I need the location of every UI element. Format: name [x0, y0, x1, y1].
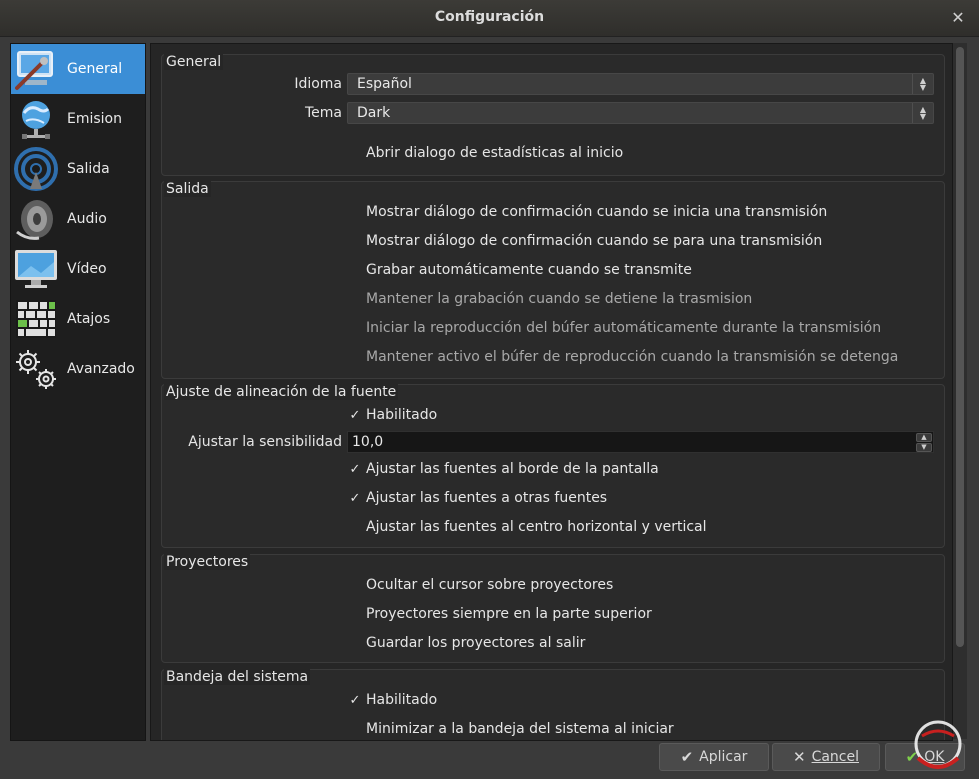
sensitivity-label: Ajustar la sensibilidad — [188, 434, 342, 450]
checkbox-label: Ajustar las fuentes a otras fuentes — [366, 490, 608, 506]
window-title: Configuración — [434, 9, 545, 25]
sidebar-item-salida[interactable]: Salida — [11, 144, 145, 194]
snap-center-checkbox[interactable]: Ajustar las fuentes al centro horizontal… — [162, 516, 944, 538]
apply-button[interactable]: ✔ Aplicar — [659, 743, 769, 771]
checkbox-label: Ajustar las fuentes al centro horizontal… — [366, 519, 707, 535]
checkbox-label: Ajustar las fuentes al borde de la panta… — [366, 461, 659, 477]
save-projectors-checkbox[interactable]: Guardar los proyectores al salir — [162, 632, 944, 654]
group-title: Bandeja del sistema — [164, 669, 311, 685]
settings-content: General Idioma Español ▲ ▼ Tema Dark ▲ ▼ A… — [150, 43, 953, 741]
sensitivity-spinbox[interactable]: 10,0 ▲ ▼ — [347, 431, 934, 453]
spin-buttons[interactable]: ▲ ▼ — [916, 433, 932, 452]
group-tray: Bandeja del sistema ✓ Habilitado Minimiz… — [161, 669, 945, 740]
sidebar-item-label: Audio — [67, 211, 107, 227]
sidebar-item-general[interactable]: General — [11, 44, 145, 94]
speaker-icon — [11, 194, 61, 244]
sidebar-item-video[interactable]: Vídeo — [11, 244, 145, 294]
language-label: Idioma — [294, 76, 342, 92]
group-title: Ajuste de alineación de la fuente — [164, 384, 399, 400]
tray-enabled-checkbox[interactable]: ✓ Habilitado — [162, 689, 944, 711]
close-icon[interactable]: ✕ — [949, 9, 967, 27]
check-icon: ✔ — [680, 748, 694, 766]
settings-sidebar: General Emision Salida Audio Vídeo Atajo… — [10, 43, 146, 741]
snapping-enabled-checkbox[interactable]: ✓ Habilitado — [162, 404, 944, 426]
checkbox-label: Habilitado — [366, 692, 438, 708]
checkbox-label: Habilitado — [366, 407, 438, 423]
theme-row: Tema Dark ▲ ▼ — [162, 102, 944, 124]
updown-arrows-icon: ▲ ▼ — [912, 74, 933, 94]
group-general: General Idioma Español ▲ ▼ Tema Dark ▲ ▼ A… — [161, 54, 945, 176]
scrollbar-thumb[interactable] — [956, 47, 964, 647]
hide-cursor-checkbox[interactable]: Ocultar el cursor sobre proyectores — [162, 574, 944, 596]
language-row: Idioma Español ▲ ▼ — [162, 73, 944, 95]
cancel-button[interactable]: ✕ Cancel — [772, 743, 880, 771]
sidebar-item-label: Avanzado — [67, 361, 135, 377]
title-bar: Configuración ✕ — [0, 0, 979, 37]
sidebar-item-label: Emision — [67, 111, 122, 127]
checkmark-icon: ✓ — [349, 692, 361, 708]
monitor-icon — [11, 244, 61, 294]
checkbox-label: Guardar los proyectores al salir — [366, 635, 586, 651]
watermark-logo-icon — [904, 718, 968, 774]
checkbox-label: Mantener la grabación cuando se detiene … — [366, 291, 753, 307]
group-title: Salida — [164, 181, 211, 197]
snap-other-sources-checkbox[interactable]: ✓ Ajustar las fuentes a otras fuentes — [162, 487, 944, 509]
keep-recording-checkbox[interactable]: Mantener la grabación cuando se detiene … — [162, 288, 944, 310]
group-title: Proyectores — [164, 554, 251, 570]
checkbox-label: Mostrar diálogo de confirmación cuando s… — [366, 204, 828, 220]
antenna-icon — [11, 144, 61, 194]
replay-buffer-start-checkbox[interactable]: Iniciar la reproducción del búfer automá… — [162, 317, 944, 339]
language-select[interactable]: Español ▲ ▼ — [347, 73, 934, 95]
confirm-start-checkbox[interactable]: Mostrar diálogo de confirmación cuando s… — [162, 201, 944, 223]
replay-buffer-keep-checkbox[interactable]: Mantener activo el búfer de reproducción… — [162, 346, 944, 368]
auto-record-checkbox[interactable]: Grabar automáticamente cuando se transmi… — [162, 259, 944, 281]
checkbox-label: Mantener activo el búfer de reproducción… — [366, 349, 899, 365]
general-icon — [11, 44, 61, 94]
sidebar-item-avanzado[interactable]: Avanzado — [11, 344, 145, 394]
checkbox-label: Abrir dialogo de estadísticas al inicio — [366, 145, 624, 161]
checkmark-icon: ✓ — [349, 490, 361, 506]
checkbox-label: Mostrar diálogo de confirmación cuando s… — [366, 233, 823, 249]
checkmark-icon: ✓ — [349, 461, 361, 477]
keyboard-icon — [11, 294, 61, 344]
stats-dialog-checkbox[interactable]: Abrir dialogo de estadísticas al inicio — [162, 142, 944, 164]
spin-up-icon[interactable]: ▲ — [916, 433, 932, 442]
group-output: Salida Mostrar diálogo de confirmación c… — [161, 181, 945, 379]
confirm-stop-checkbox[interactable]: Mostrar diálogo de confirmación cuando s… — [162, 230, 944, 252]
checkbox-label: Iniciar la reproducción del búfer automá… — [366, 320, 882, 336]
projectors-on-top-checkbox[interactable]: Proyectores siempre en la parte superior — [162, 603, 944, 625]
x-icon: ✕ — [792, 748, 806, 766]
sidebar-item-emision[interactable]: Emision — [11, 94, 145, 144]
gears-icon — [11, 344, 61, 394]
sidebar-item-atajos[interactable]: Atajos — [11, 294, 145, 344]
updown-arrows-icon: ▲ ▼ — [912, 103, 933, 123]
theme-select[interactable]: Dark ▲ ▼ — [347, 102, 934, 124]
checkbox-label: Grabar automáticamente cuando se transmi… — [366, 262, 692, 278]
apply-label: Aplicar — [699, 749, 748, 765]
sidebar-item-label: Vídeo — [67, 261, 107, 277]
checkbox-label: Ocultar el cursor sobre proyectores — [366, 577, 614, 593]
sidebar-item-label: General — [67, 61, 123, 77]
group-snapping: Ajuste de alineación de la fuente ✓ Habi… — [161, 384, 945, 548]
sensitivity-value: 10,0 — [352, 434, 384, 450]
tray-minimize-checkbox[interactable]: Minimizar a la bandeja del sistema al in… — [162, 718, 944, 740]
vertical-scrollbar[interactable] — [953, 43, 967, 739]
group-title: General — [164, 54, 224, 70]
sensitivity-row: Ajustar la sensibilidad 10,0 ▲ ▼ — [162, 431, 944, 453]
theme-label: Tema — [304, 105, 342, 121]
language-value: Español — [357, 76, 412, 92]
globe-icon — [11, 94, 61, 144]
cancel-label: Cancel — [811, 749, 859, 765]
snap-screen-edge-checkbox[interactable]: ✓ Ajustar las fuentes al borde de la pan… — [162, 458, 944, 480]
checkmark-icon: ✓ — [349, 407, 361, 423]
sidebar-item-label: Salida — [67, 161, 110, 177]
checkbox-label: Minimizar a la bandeja del sistema al in… — [366, 721, 674, 737]
group-projectors: Proyectores Ocultar el cursor sobre proy… — [161, 554, 945, 663]
sidebar-item-label: Atajos — [67, 311, 111, 327]
spin-down-icon[interactable]: ▼ — [916, 443, 932, 452]
sidebar-item-audio[interactable]: Audio — [11, 194, 145, 244]
checkbox-label: Proyectores siempre en la parte superior — [366, 606, 652, 622]
theme-value: Dark — [357, 105, 391, 121]
